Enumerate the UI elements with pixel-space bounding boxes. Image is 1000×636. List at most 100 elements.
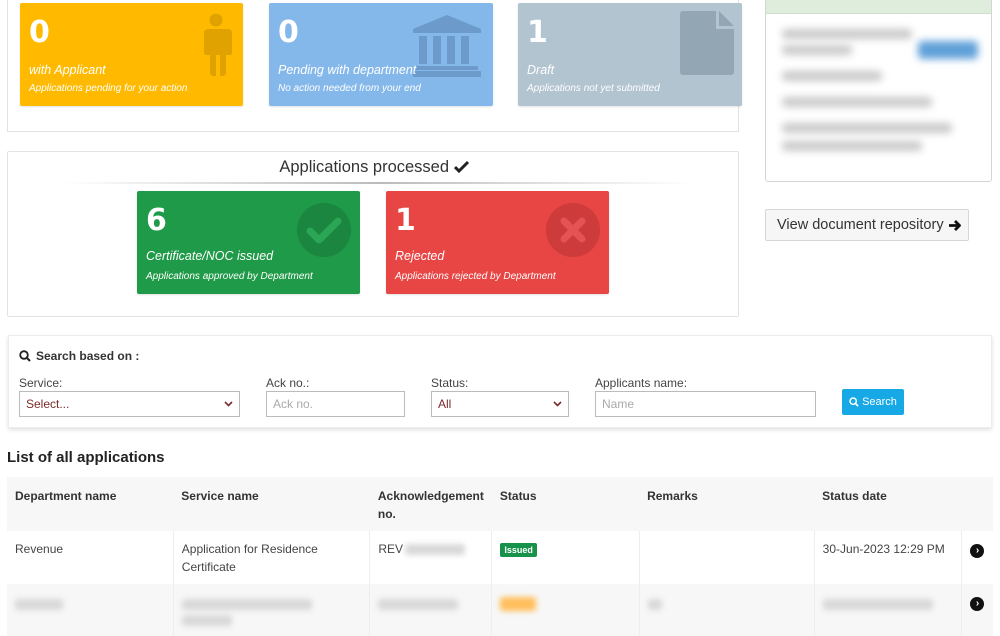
service-label: Service: xyxy=(19,376,63,390)
rejected-count: 1 xyxy=(395,203,416,238)
issued-count: 6 xyxy=(146,203,167,238)
cell-redacted xyxy=(814,584,963,636)
ack-prefix: REV xyxy=(378,542,404,556)
with-applicant-card[interactable]: 0 with Applicant Applications pending fo… xyxy=(20,3,243,106)
file-icon xyxy=(680,11,734,75)
draft-subtitle: Applications not yet submitted xyxy=(527,83,660,94)
times-circle-icon xyxy=(546,203,600,257)
search-icon xyxy=(19,350,31,362)
search-button-label: Search xyxy=(862,396,897,408)
cell-ack-no: REV xyxy=(369,531,493,584)
column-header-status[interactable]: Status xyxy=(491,477,640,531)
rejected-card[interactable]: 1 Rejected Applications rejected by Depa… xyxy=(386,191,609,294)
table-header-row: Department name Service name Acknowledge… xyxy=(7,477,993,531)
column-header-action xyxy=(961,477,993,531)
processed-heading-text: Applications processed xyxy=(279,158,450,176)
chevron-circle-right-icon[interactable]: › xyxy=(970,597,985,611)
pending-status-panel: 0 with Applicant Applications pending fo… xyxy=(7,0,742,132)
redacted-text xyxy=(782,29,912,39)
applicant-name-label: Applicants name: xyxy=(595,376,688,390)
doc-repo-label: View document repository xyxy=(777,217,944,233)
search-heading: Search based on : xyxy=(19,349,139,363)
cell-action[interactable]: › xyxy=(961,584,993,636)
redacted-ack xyxy=(405,544,466,556)
status-badge: Issued xyxy=(500,543,537,557)
redacted-text xyxy=(647,599,662,611)
pending-department-title: Pending with department xyxy=(278,63,417,77)
service-select-value: Select... xyxy=(26,397,70,411)
check-icon xyxy=(453,160,469,174)
bank-icon xyxy=(413,15,481,77)
applicant-name-placeholder: Name xyxy=(602,397,635,411)
issued-title: Certificate/NOC issued xyxy=(146,249,274,263)
redacted-text xyxy=(782,97,932,107)
column-header-service[interactable]: Service name xyxy=(173,477,370,531)
chevron-down-icon xyxy=(224,401,233,407)
redacted-button xyxy=(918,41,978,59)
cell-department: Revenue xyxy=(7,531,174,584)
table-row-redacted[interactable]: › xyxy=(7,584,993,636)
redacted-text xyxy=(181,615,232,627)
column-header-remarks[interactable]: Remarks xyxy=(639,477,815,531)
with-applicant-count: 0 xyxy=(29,15,50,50)
status-select[interactable]: All xyxy=(431,391,569,417)
redacted-text xyxy=(782,141,922,151)
cell-redacted xyxy=(491,584,640,636)
with-applicant-subtitle: Applications pending for your action xyxy=(29,83,188,94)
redacted-text xyxy=(181,599,312,611)
certificate-issued-card[interactable]: 6 Certificate/NOC issued Applications ap… xyxy=(137,191,360,294)
search-icon xyxy=(849,397,859,407)
cell-action[interactable]: › xyxy=(961,531,993,584)
search-panel: Search based on : Service: Select... Ack… xyxy=(8,335,992,428)
chevron-down-icon xyxy=(553,401,562,407)
applications-processed-panel: Applications processed 6 Certificate/NOC… xyxy=(7,151,739,317)
table-row[interactable]: Revenue Application for Residence Certif… xyxy=(7,531,993,584)
ack-placeholder: Ack no. xyxy=(273,397,314,411)
column-header-department[interactable]: Department name xyxy=(7,477,174,531)
check-circle-icon xyxy=(297,203,351,257)
side-info-panel xyxy=(765,0,992,182)
cell-remarks xyxy=(639,531,815,584)
applications-list-title: List of all applications xyxy=(7,449,165,466)
search-button[interactable]: Search xyxy=(842,389,904,415)
cell-redacted xyxy=(369,584,493,636)
pending-department-subtitle: No action needed from your end xyxy=(278,83,421,94)
ack-label: Ack no.: xyxy=(266,376,310,390)
cell-redacted xyxy=(173,584,371,636)
draft-card[interactable]: 1 Draft Applications not yet submitted xyxy=(518,3,742,106)
status-select-value: All xyxy=(438,397,452,411)
applicant-name-input[interactable]: Name xyxy=(595,391,816,417)
pending-department-card[interactable]: 0 Pending with department No action need… xyxy=(269,3,493,106)
redacted-text xyxy=(782,45,852,55)
status-label: Status: xyxy=(431,376,469,390)
issued-subtitle: Applications approved by Department xyxy=(146,271,313,282)
redacted-text xyxy=(15,599,63,611)
cell-status-date: 30-Jun-2023 12:29 PM xyxy=(814,531,963,584)
column-header-status-date[interactable]: Status date xyxy=(814,477,962,531)
cell-redacted xyxy=(639,584,815,636)
search-heading-text: Search based on : xyxy=(36,349,140,363)
chevron-circle-right-icon[interactable]: › xyxy=(970,544,985,558)
ack-input[interactable]: Ack no. xyxy=(266,391,405,417)
rejected-title: Rejected xyxy=(395,249,445,263)
view-document-repository-button[interactable]: View document repository xyxy=(765,209,969,241)
side-panel-header xyxy=(766,0,991,14)
applications-table: Department name Service name Acknowledge… xyxy=(7,477,993,636)
column-header-ack-no[interactable]: Acknowledgement no. xyxy=(369,477,492,531)
cell-status: Issued xyxy=(491,531,640,584)
redacted-text xyxy=(782,123,952,133)
cell-service: Application for Residence Certificate xyxy=(173,531,371,584)
cell-redacted xyxy=(7,584,174,636)
draft-count: 1 xyxy=(527,15,548,50)
redacted-text xyxy=(822,599,933,611)
person-icon xyxy=(204,13,232,76)
redacted-text xyxy=(378,599,459,611)
arrow-right-icon xyxy=(948,219,961,231)
rejected-subtitle: Applications rejected by Department xyxy=(395,271,556,282)
redacted-text xyxy=(782,71,882,81)
divider xyxy=(63,182,693,184)
draft-title: Draft xyxy=(527,63,555,77)
service-select[interactable]: Select... xyxy=(19,391,240,417)
with-applicant-title: with Applicant xyxy=(29,63,106,77)
redacted-badge xyxy=(500,597,537,612)
